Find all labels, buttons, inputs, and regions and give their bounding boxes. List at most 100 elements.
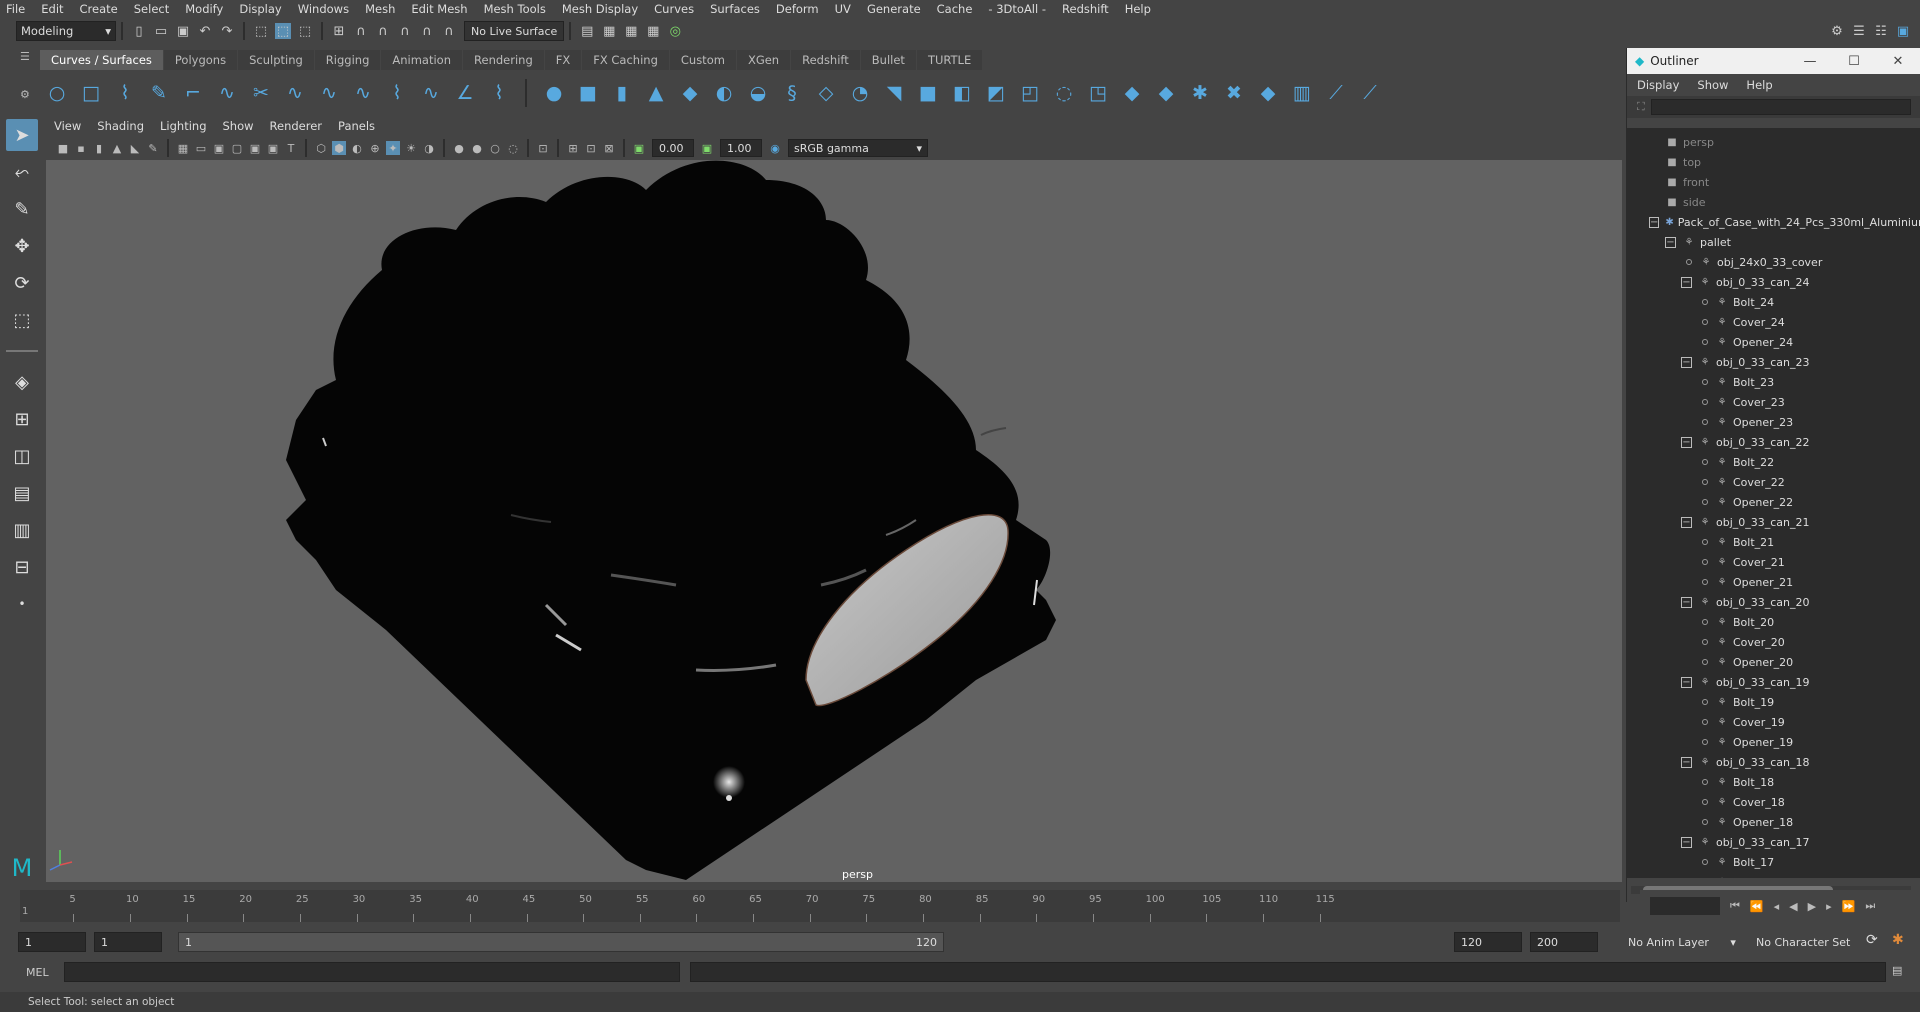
render-settings-icon[interactable]: ▤ [579, 23, 595, 39]
playback-start-field[interactable]: 1 [94, 932, 162, 952]
extend-surface-icon[interactable]: ⟋ [1323, 80, 1349, 106]
color-management-icon[interactable]: ◉ [768, 141, 782, 155]
outliner-item[interactable]: ⚘ Cover_22 [1627, 472, 1920, 492]
collapse-icon[interactable]: − [1681, 756, 1692, 768]
resolution-gate-icon[interactable]: ▣ [212, 141, 226, 155]
gamma-field[interactable]: 1.00 [720, 139, 762, 157]
menu-3dtoall[interactable]: - 3DtoAll - [988, 2, 1046, 16]
snap-live-icon[interactable]: ∩ [419, 23, 435, 39]
bezier-curve-icon[interactable]: ∿ [214, 80, 240, 106]
outliner-item[interactable]: ⚘ obj_24x0_33_cover [1627, 252, 1920, 272]
project-curve-surface-icon[interactable]: ◌ [1051, 80, 1077, 106]
snap-point-icon[interactable]: ∩ [375, 23, 391, 39]
offset-curve-icon[interactable]: ⌇ [384, 80, 410, 106]
four-view-layout-icon[interactable]: ⊞ [6, 403, 38, 435]
nurbs-square-icon[interactable]: □ [78, 80, 104, 106]
outliner-item[interactable]: ⚘ Opener_24 [1627, 332, 1920, 352]
outliner-item[interactable]: − ⚘ obj_0_33_can_22 [1627, 432, 1920, 452]
bevel-plus-icon[interactable]: ◩ [983, 80, 1009, 106]
smooth-shade-icon[interactable]: ⬢ [332, 141, 346, 155]
outliner-item[interactable]: ⚘ Opener_18 [1627, 812, 1920, 832]
menu-mesh[interactable]: Mesh [365, 2, 395, 16]
pencil-curve-icon[interactable]: ✎ [146, 80, 172, 106]
nurbs-circle-icon[interactable]: ○ [44, 80, 70, 106]
outliner-layout-icon[interactable]: ▤ [6, 477, 38, 509]
live-surface-field[interactable]: No Live Surface [464, 21, 565, 41]
outliner-item[interactable]: ⚘ Bolt_23 [1627, 372, 1920, 392]
ep-curve-icon[interactable]: ⌇ [112, 80, 138, 106]
wireframe-icon[interactable]: ⬡ [314, 141, 328, 155]
menu-surfaces[interactable]: Surfaces [710, 2, 760, 16]
nurbs-sphere-icon[interactable]: ● [541, 80, 567, 106]
boundary-icon[interactable]: ■ [915, 80, 941, 106]
outliner-item[interactable]: ⚘ Cover_19 [1627, 712, 1920, 732]
step-back-key-icon[interactable]: ⏪ [1750, 900, 1764, 913]
shelf-tab-rigging[interactable]: Rigging [314, 50, 381, 70]
shelf-menu-icon[interactable]: ☰ [20, 50, 30, 63]
ambient-occlusion-icon[interactable]: ◑ [422, 141, 436, 155]
outliner-item[interactable]: ⚘ Opener_23 [1627, 412, 1920, 432]
menu-create[interactable]: Create [80, 2, 118, 16]
loft-icon[interactable]: § [779, 80, 805, 106]
outliner-item[interactable]: ⚘ Cover_20 [1627, 632, 1920, 652]
depth-of-field-icon[interactable]: ○ [488, 141, 502, 155]
shelf-tab-animation[interactable]: Animation [381, 50, 463, 70]
magnet-icon[interactable]: ∩ [441, 23, 457, 39]
single-view-layout-icon[interactable]: ◈ [6, 366, 38, 398]
menu-edit-mesh[interactable]: Edit Mesh [411, 2, 467, 16]
hypershade-layout-icon[interactable]: ⊟ [6, 551, 38, 583]
gamma-icon[interactable]: ▣ [700, 141, 714, 155]
outliner-item[interactable]: ⚘ Bolt_22 [1627, 452, 1920, 472]
menu-windows[interactable]: Windows [298, 2, 349, 16]
rotate-tool-icon[interactable]: ⟳ [6, 267, 38, 299]
channel-box-icon[interactable]: ▣ [1895, 23, 1911, 39]
viewport-menu-renderer[interactable]: Renderer [270, 119, 323, 133]
anim-preferences-icon[interactable]: ✱ [1892, 932, 1904, 948]
step-forward-key-icon[interactable]: ⏩ [1842, 900, 1856, 913]
viewport-menu-view[interactable]: View [54, 119, 81, 133]
collapse-icon[interactable]: − [1681, 516, 1692, 528]
surface-intersect-icon[interactable]: ◰ [1017, 80, 1043, 106]
tool-settings-icon[interactable]: ☷ [1873, 23, 1889, 39]
minimize-icon[interactable]: — [1788, 54, 1832, 69]
3d-viewport[interactable]: persp [46, 160, 1622, 882]
outliner-item[interactable]: ⚘ Cover_17 [1627, 872, 1920, 879]
camera-attributes-icon[interactable]: ▪ [74, 141, 88, 155]
nurbs-cylinder-icon[interactable]: ▮ [609, 80, 635, 106]
attach-curve-icon[interactable]: ∿ [418, 80, 444, 106]
exposure-field[interactable]: 0.00 [652, 139, 694, 157]
shelf-tab-fx-caching[interactable]: FX Caching [582, 50, 669, 70]
outliner-item[interactable]: ⚘ Bolt_21 [1627, 532, 1920, 552]
two-d-pan-icon[interactable]: ◣ [128, 141, 142, 155]
hypershade-icon[interactable]: ◎ [667, 23, 683, 39]
shelf-tab-polygons[interactable]: Polygons [163, 50, 238, 70]
birail-icon[interactable]: ◥ [881, 80, 907, 106]
command-language-label[interactable]: MEL [26, 966, 49, 979]
menu-uv[interactable]: UV [835, 2, 851, 16]
outliner-search-input[interactable] [1650, 99, 1911, 115]
field-chart-icon[interactable]: ▣ [248, 141, 262, 155]
shadows-icon[interactable]: ☀ [404, 141, 418, 155]
character-set-dropdown[interactable]: No Character Set [1756, 936, 1850, 949]
filter-icon[interactable]: ⛶ [1637, 100, 1645, 114]
outliner-item[interactable]: − ⚘ obj_0_33_can_19 [1627, 672, 1920, 692]
maximize-icon[interactable]: ☐ [1832, 54, 1876, 69]
shelf-tab-sculpting[interactable]: Sculpting [238, 50, 314, 70]
two-view-layout-icon[interactable]: ◫ [6, 440, 38, 472]
menu-deform[interactable]: Deform [776, 2, 819, 16]
snap-view-plane-icon[interactable]: ∩ [397, 23, 413, 39]
outliner-item[interactable]: ⚘ Cover_24 [1627, 312, 1920, 332]
close-icon[interactable]: ✕ [1876, 54, 1920, 69]
new-scene-icon[interactable]: ▯ [131, 23, 147, 39]
attribute-editor-icon[interactable]: ☰ [1851, 23, 1867, 39]
step-forward-frame-icon[interactable]: ▸ [1826, 900, 1832, 913]
pack-case-mesh[interactable] [286, 160, 1056, 881]
nurbs-plane-icon[interactable]: ◆ [677, 80, 703, 106]
animation-end-field[interactable]: 200 [1530, 932, 1598, 952]
shelf-tab-redshift[interactable]: Redshift [791, 50, 860, 70]
outliner-item[interactable]: − ⚘ obj_0_33_can_17 [1627, 832, 1920, 852]
anim-layer-dropdown[interactable]: No Anim Layer ▾ [1628, 936, 1736, 949]
isolate-select-icon[interactable]: ◌ [506, 141, 520, 155]
outliner-item[interactable]: ■ front [1627, 172, 1920, 192]
select-tool-icon[interactable]: ➤ [6, 119, 38, 151]
